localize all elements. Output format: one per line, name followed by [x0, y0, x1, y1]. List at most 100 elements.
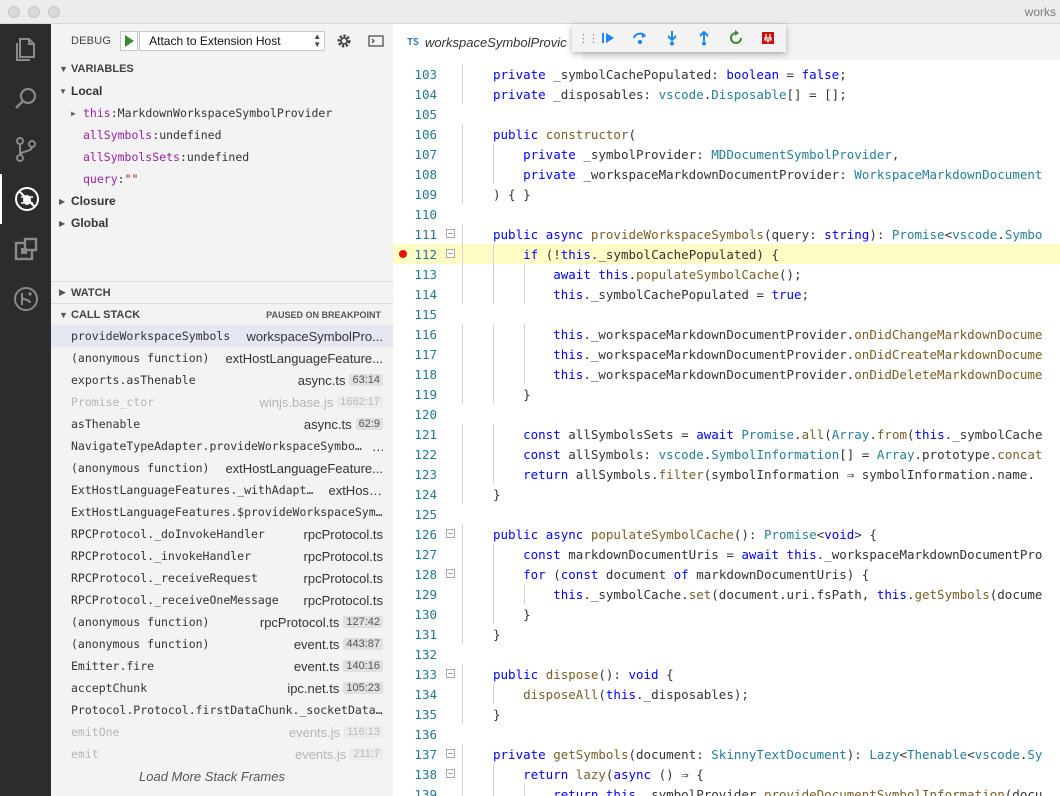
code-line[interactable]: 111− public async provideWorkspaceSymbols…	[393, 224, 1060, 244]
variable-this[interactable]: ▶ this: MarkdownWorkspaceSymbolProvider	[51, 102, 393, 124]
callstack-frame[interactable]: emitOne events.js 116:13	[51, 721, 393, 743]
code-line[interactable]: 131}	[393, 624, 1060, 644]
callstack-frame[interactable]: Promise_ctor winjs.base.js 1662:17	[51, 391, 393, 413]
code-line[interactable]: 115	[393, 304, 1060, 324]
fold-toggle-icon[interactable]: −	[446, 229, 455, 238]
callstack-frame[interactable]: (anonymous function) rpcProtocol.ts 127:42	[51, 611, 393, 633]
code-line[interactable]: 114 this._symbolCachePopulated = true;	[393, 284, 1060, 304]
code-line[interactable]: 125	[393, 504, 1060, 524]
code-line[interactable]: 138− return lazy(async () ⇒ {	[393, 764, 1060, 784]
close-window-button[interactable]	[8, 6, 20, 18]
maximize-window-button[interactable]	[48, 6, 60, 18]
code-line[interactable]: 130 }	[393, 604, 1060, 624]
fold-toggle-icon[interactable]: −	[446, 569, 455, 578]
start-debugging-button[interactable]	[120, 31, 139, 51]
launch-config-select[interactable]: Attach to Extension Host ▲ ▼	[139, 31, 326, 51]
code-line[interactable]: 116 this._workspaceMarkdownDocumentProvi…	[393, 324, 1060, 344]
callstack-frame[interactable]: (anonymous function) event.ts 443:87	[51, 633, 393, 655]
scope-global[interactable]: ▶ Global	[51, 212, 393, 234]
drag-handle-icon[interactable]: ⋮⋮	[578, 32, 599, 45]
callstack-frame[interactable]: RPCProtocol._invokeHandler rpcProtocol.ts	[51, 545, 393, 567]
code-line[interactable]: 126− public async populateSymbolCache(): …	[393, 524, 1060, 544]
fold-toggle-icon[interactable]: −	[446, 749, 455, 758]
code-line[interactable]: 106 public constructor(	[393, 124, 1060, 144]
code-line[interactable]: 122 const allSymbols: vscode.SymbolInfor…	[393, 444, 1060, 464]
code-line[interactable]: 105	[393, 104, 1060, 124]
minimize-window-button[interactable]	[28, 6, 40, 18]
code-line[interactable]: 136	[393, 724, 1060, 744]
callstack-frame[interactable]: RPCProtocol._receiveOneMessage rpcProtoco…	[51, 589, 393, 611]
code-line[interactable]: 108 private _workspaceMarkdownDocumentPr…	[393, 164, 1060, 184]
code-line[interactable]: 132	[393, 644, 1060, 664]
frame-file: rpcProtocol.ts	[259, 614, 340, 630]
code-line[interactable]: 137− private getSymbols(document: SkinnyT…	[393, 744, 1060, 764]
code-line[interactable]: 110	[393, 204, 1060, 224]
callstack-frame[interactable]: (anonymous function) extHostLanguageFeatu…	[51, 457, 393, 479]
code-line[interactable]: 120	[393, 404, 1060, 424]
code-line[interactable]: 112− if (!this._symbolCachePopulated) {	[393, 244, 1060, 264]
code-line[interactable]: 123 return allSymbols.filter(symbolInfor…	[393, 464, 1060, 484]
activity-search[interactable]	[0, 74, 51, 124]
code-line[interactable]: 113 await this.populateSymbolCache();	[393, 264, 1060, 284]
code-line[interactable]: 128− for (const document of markdownDocu…	[393, 564, 1060, 584]
callstack-frame[interactable]: asThenable async.ts 62:9	[51, 413, 393, 435]
fold-toggle-icon[interactable]: −	[446, 529, 455, 538]
code-line[interactable]: 104 private _disposables: vscode.Disposab…	[393, 84, 1060, 104]
callstack-frame[interactable]: acceptChunk ipc.net.ts 105:23	[51, 677, 393, 699]
variable-allSymbols[interactable]: allSymbols: undefined	[51, 124, 393, 146]
code-line[interactable]: 109) { }	[393, 184, 1060, 204]
code-line[interactable]: 124}	[393, 484, 1060, 504]
step-out-button[interactable]	[688, 24, 720, 52]
callstack-section-header[interactable]: ▼ CALL STACK PAUSED ON BREAKPOINT	[51, 303, 393, 325]
callstack-frame[interactable]: exports.asThenable async.ts 63:14	[51, 369, 393, 391]
step-into-button[interactable]	[656, 24, 688, 52]
restart-button[interactable]	[720, 24, 752, 52]
code-line[interactable]: 129 this._symbolCache.set(document.uri.f…	[393, 584, 1060, 604]
fold-toggle-icon[interactable]: −	[446, 769, 455, 778]
code-line[interactable]: 139 return this._symbolProvider.provideD…	[393, 784, 1060, 796]
disconnect-button[interactable]	[752, 24, 784, 52]
callstack-frame[interactable]: provideWorkspaceSymbols workspaceSymbolPr…	[51, 325, 393, 347]
step-over-button[interactable]	[624, 24, 656, 52]
code-line[interactable]: 121 const allSymbolsSets = await Promise…	[393, 424, 1060, 444]
code-line[interactable]: 103 private _symbolCachePopulated: boolea…	[393, 64, 1060, 84]
continue-button[interactable]	[592, 24, 624, 52]
breakpoint-icon[interactable]	[399, 250, 407, 258]
callstack-frame[interactable]: ExtHostLanguageFeatures._withAdapter extH…	[51, 479, 393, 501]
activity-explorer[interactable]	[0, 24, 51, 74]
open-console-button[interactable]	[368, 34, 384, 48]
variable-query[interactable]: query: ""	[51, 168, 393, 190]
scope-local[interactable]: ▼ Local	[51, 80, 393, 102]
activity-source-control[interactable]	[0, 124, 51, 174]
watch-section-header[interactable]: ▶ WATCH	[51, 281, 393, 303]
variable-allSymbolsSets[interactable]: allSymbolsSets: undefined	[51, 146, 393, 168]
code-line[interactable]: 119 }	[393, 384, 1060, 404]
code-line[interactable]: 118 this._workspaceMarkdownDocumentProvi…	[393, 364, 1060, 384]
scope-closure[interactable]: ▶ Closure	[51, 190, 393, 212]
fold-toggle-icon[interactable]: −	[446, 249, 455, 258]
code-line[interactable]: 135}	[393, 704, 1060, 724]
callstack-frame[interactable]: Protocol.Protocol.firstDataChunk._socket…	[51, 699, 393, 721]
activity-extensions[interactable]	[0, 224, 51, 274]
code-line[interactable]: 127 const markdownDocumentUris = await t…	[393, 544, 1060, 564]
configure-button[interactable]	[336, 33, 352, 49]
callstack-frame[interactable]: (anonymous function) extHostLanguageFeatu…	[51, 347, 393, 369]
callstack-frame[interactable]: Emitter.fire event.ts 140:16	[51, 655, 393, 677]
callstack-frame[interactable]: ExtHostLanguageFeatures.$provideWorkspac…	[51, 501, 393, 523]
editor-tab[interactable]: TS workspaceSymbolProvic	[393, 24, 583, 60]
frame-line-badge: 105:23	[343, 682, 383, 694]
callstack-frame[interactable]: RPCProtocol._doInvokeHandler rpcProtocol.…	[51, 523, 393, 545]
activity-debug[interactable]	[0, 174, 51, 224]
load-more-stack-frames[interactable]: Load More Stack Frames	[51, 765, 393, 787]
code-line[interactable]: 133− public dispose(): void {	[393, 664, 1060, 684]
code-line[interactable]: 107 private _symbolProvider: MDDocumentS…	[393, 144, 1060, 164]
fold-toggle-icon[interactable]: −	[446, 669, 455, 678]
frame-line-badge: 62:9	[355, 418, 383, 430]
callstack-frame[interactable]: RPCProtocol._receiveRequest rpcProtocol.t…	[51, 567, 393, 589]
variables-section-header[interactable]: ▼ VARIABLES	[51, 58, 393, 80]
callstack-frame[interactable]: NavigateTypeAdapter.provideWorkspaceSymb…	[51, 435, 393, 457]
code-line[interactable]: 134 disposeAll(this._disposables);	[393, 684, 1060, 704]
code-line[interactable]: 117 this._workspaceMarkdownDocumentProvi…	[393, 344, 1060, 364]
activity-remote[interactable]	[0, 274, 51, 324]
callstack-frame[interactable]: emit events.js 211:7	[51, 743, 393, 765]
